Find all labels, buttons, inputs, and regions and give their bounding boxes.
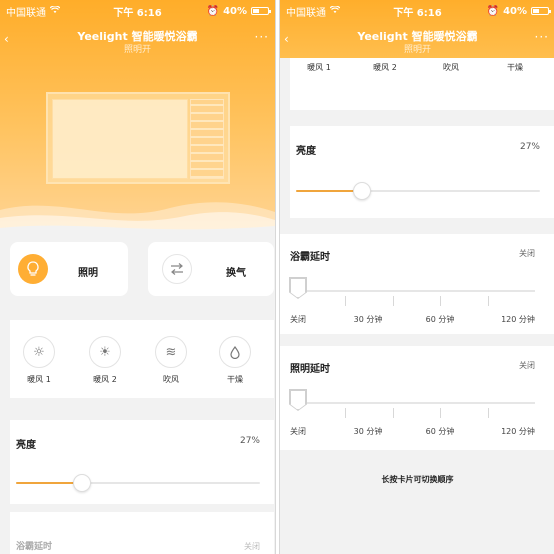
tick-mark	[440, 296, 442, 306]
alarm-icon: ⏰	[486, 5, 500, 17]
tick-label: 60 分钟	[425, 427, 455, 436]
tick-label: 关闭	[290, 427, 306, 436]
tick-label: 30 分钟	[353, 315, 383, 324]
mode-label: 吹风	[443, 63, 459, 72]
alarm-icon: ⏰	[206, 5, 220, 17]
mode-label: 暖风 1	[307, 63, 331, 72]
light-delay-knob[interactable]	[290, 390, 306, 410]
brightness-title: 亮度	[296, 146, 316, 157]
battery-percent: 40%	[503, 5, 527, 17]
mode-warm-2[interactable]: ☀ 暖风 2	[80, 336, 130, 385]
page-subtitle: 照明开	[403, 45, 431, 55]
brightness-slider[interactable]	[296, 182, 540, 200]
tick-label: 60 分钟	[425, 315, 455, 324]
mode-warm-1[interactable]: ☼ 暖风 1	[14, 336, 64, 385]
battery-icon	[531, 7, 551, 15]
mode-label: 吹风	[163, 375, 179, 384]
brightness-value: 27%	[519, 142, 540, 152]
sun-icon[interactable]: ☀	[89, 336, 121, 368]
status-time: 下午 6:16	[113, 7, 162, 19]
bath-delay-value: 关闭	[519, 249, 535, 258]
mode-blow[interactable]: ≋ 吹风	[146, 336, 196, 385]
tick-label: 120 分钟	[501, 315, 535, 324]
bath-delay-title: 浴霸延时	[290, 252, 330, 263]
tick-mark	[345, 296, 347, 306]
status-bar: 中国联通 下午 6:16 ⏰ 40%	[280, 0, 554, 22]
bath-delay-knob[interactable]	[290, 278, 306, 298]
bath-delay-card-peek: 浴霸延时 关闭	[10, 512, 274, 554]
battery-icon	[251, 7, 271, 15]
mode-label: 暖风 1	[27, 375, 51, 384]
wind-icon[interactable]: ≋	[155, 336, 187, 368]
brightness-slider[interactable]	[16, 474, 260, 492]
page-subtitle: 照明开	[123, 45, 151, 55]
light-card-label: 照明	[78, 268, 98, 279]
reorder-hint: 长按卡片可切换顺序	[381, 475, 454, 484]
mode-label: 干燥	[507, 63, 523, 72]
mode-dry[interactable]: 干燥	[210, 336, 260, 385]
mode-row: ☼ 暖风 1 ☀ 暖风 2 ≋ 吹风 干燥	[10, 320, 274, 398]
light-delay-slider[interactable]	[289, 389, 535, 418]
tick-label: 120 分钟	[501, 427, 535, 436]
device-vent-grill	[190, 99, 224, 179]
tick-label: 关闭	[290, 315, 306, 324]
tick-mark	[392, 296, 394, 306]
peek-value: 关闭	[244, 542, 260, 551]
wave-decoration	[0, 202, 275, 235]
brightness-value: 27%	[239, 436, 260, 446]
swap-icon[interactable]	[162, 254, 192, 284]
tick-mark	[440, 408, 442, 418]
brightness-fill	[296, 190, 362, 192]
light-delay-value: 关闭	[519, 361, 535, 370]
device-light-panel	[52, 99, 188, 179]
mode-label: 干燥	[227, 375, 243, 384]
sun-icon[interactable]: ☼	[23, 336, 55, 368]
status-bar: 中国联通 下午 6:16 ⏰ 40%	[0, 0, 275, 22]
vent-card-label: 换气	[226, 268, 246, 279]
more-icon[interactable]: ···	[535, 30, 549, 44]
tick-mark	[487, 296, 489, 306]
right-screen: ☼ 暖风 1 ☀ 暖风 2 ≋ 吹风 干燥 中国联通 下午 6:16 ⏰	[279, 0, 554, 554]
more-icon[interactable]: ···	[255, 30, 269, 44]
left-screen: 中国联通 下午 6:16 ⏰ 40% ‹ Yeelight 智能暖悦浴霸 照明开…	[0, 0, 276, 554]
light-delay-title: 照明延时	[290, 364, 330, 375]
status-time: 下午 6:16	[393, 7, 442, 19]
brightness-card: 亮度 27%	[10, 420, 274, 504]
bath-delay-card: 浴霸延时 关闭 关闭 30 分钟 60 分钟 120 分钟	[280, 234, 554, 334]
light-delay-card: 照明延时 关闭 关闭 30 分钟 60 分钟 120 分钟	[280, 346, 554, 450]
bath-delay-slider[interactable]	[289, 277, 535, 306]
mode-label: 暖风 2	[93, 375, 117, 384]
brightness-card: 亮度 27%	[290, 126, 554, 218]
vent-card[interactable]: 换气	[148, 242, 274, 296]
wifi-icon	[49, 4, 61, 17]
carrier-name: 中国联通	[286, 7, 326, 19]
tick-mark	[392, 408, 394, 418]
bulb-icon[interactable]	[18, 254, 48, 284]
tick-label: 30 分钟	[353, 427, 383, 436]
light-card[interactable]: 照明	[10, 242, 128, 296]
drop-icon[interactable]	[219, 336, 251, 368]
wifi-icon	[329, 4, 341, 17]
device-illustration	[46, 92, 230, 184]
brightness-knob[interactable]	[72, 474, 91, 492]
battery-percent: 40%	[223, 5, 247, 17]
brightness-fill	[16, 482, 82, 484]
mode-label: 暖风 2	[373, 63, 397, 72]
tick-mark	[487, 408, 489, 418]
brightness-title: 亮度	[16, 440, 36, 451]
carrier-name: 中国联通	[6, 7, 46, 19]
tick-mark	[345, 408, 347, 418]
brightness-knob[interactable]	[352, 182, 371, 200]
peek-title: 浴霸延时	[16, 542, 53, 552]
